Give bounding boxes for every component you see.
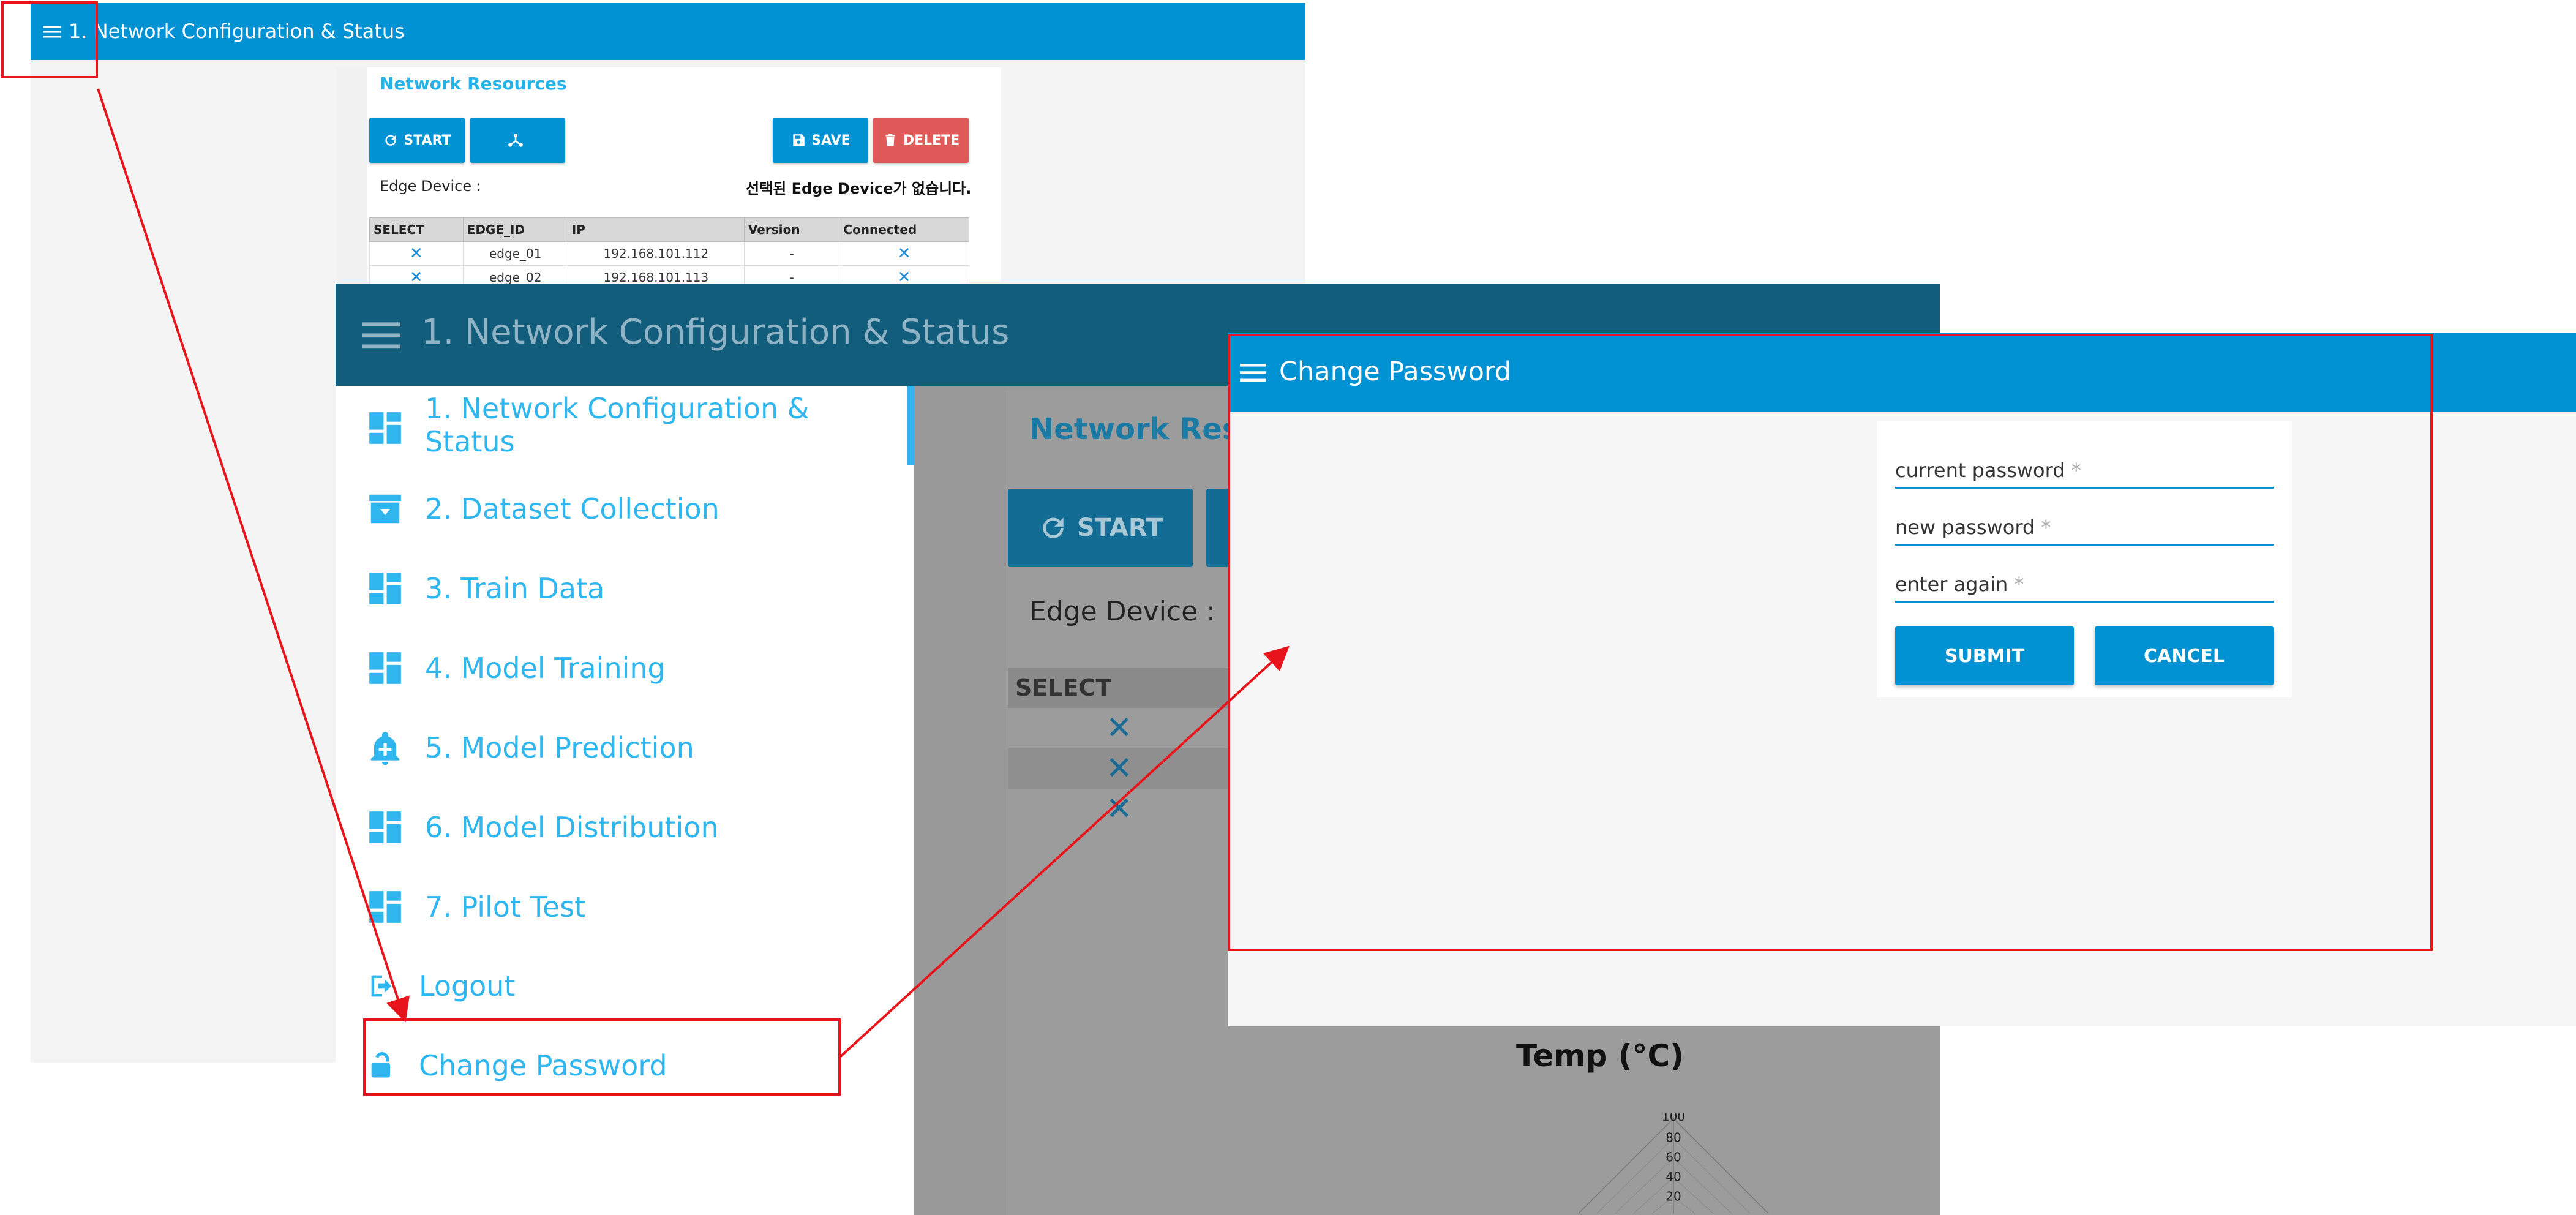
- app-bar: 1. Network Configuration & Status: [31, 3, 1305, 60]
- disconnected-icon: ✕: [897, 244, 911, 263]
- nav-item-train-data[interactable]: 3. Train Data: [366, 570, 604, 608]
- network-graph-button[interactable]: [470, 118, 565, 163]
- page-title: 1. Network Configuration & Status: [421, 312, 1010, 352]
- nav-item-label: 5. Model Prediction: [425, 731, 694, 764]
- edge-device-label: Edge Device :: [1029, 596, 1216, 627]
- menu-icon[interactable]: [362, 319, 400, 351]
- nav-item-label: 6. Model Distribution: [425, 811, 719, 844]
- column-header[interactable]: Connected: [839, 217, 969, 242]
- highlight-change-password: [363, 1018, 841, 1096]
- edge-table: SELECT EDGE_ID IP Version Connected ✕ ed…: [369, 217, 969, 290]
- start-button[interactable]: START: [369, 118, 465, 163]
- unselected-icon[interactable]: ✕: [1106, 750, 1133, 787]
- delete-button[interactable]: DELETE: [873, 118, 969, 163]
- nav-item-pilot-test[interactable]: 7. Pilot Test: [366, 888, 585, 926]
- active-indicator: [907, 386, 914, 465]
- edge-device-status: 선택된 Edge Device가 없습니다.: [746, 180, 972, 197]
- table-row[interactable]: ✕: [1008, 789, 1265, 829]
- radar-tick: 80: [1665, 1130, 1681, 1145]
- column-header[interactable]: EDGE_ID: [462, 217, 568, 242]
- radar-chart: 100 80 60 40 20: [1578, 1113, 1769, 1214]
- dashboard-icon: [369, 652, 401, 684]
- page-title: 1. Network Configuration & Status: [69, 20, 405, 43]
- logout-icon: [371, 975, 392, 997]
- radar-tick: 20: [1665, 1189, 1681, 1204]
- nav-item-label: 3. Train Data: [425, 572, 605, 605]
- start-label: START: [404, 132, 451, 148]
- nav-item-label: Logout: [419, 969, 516, 1002]
- nav-item-label: 1. Network Configuration &: [425, 392, 809, 425]
- nav-item-label: 4. Model Training: [425, 652, 666, 685]
- select-column-header: SELECT: [1008, 668, 1265, 708]
- table-row[interactable]: ✕: [1008, 708, 1265, 748]
- ip-cell: 192.168.101.112: [567, 241, 745, 266]
- table-row[interactable]: ✕: [1008, 748, 1265, 789]
- nav-item-label: 2. Dataset Collection: [425, 492, 719, 525]
- nav-item-label: 7. Pilot Test: [425, 890, 586, 923]
- nav-item-dataset-collection[interactable]: 2. Dataset Collection: [366, 490, 719, 528]
- archive-icon: [369, 494, 401, 524]
- nav-item-label-line2: Status: [425, 425, 515, 458]
- edge-device-label: Edge Device :: [380, 178, 481, 195]
- start-label: START: [1076, 514, 1163, 542]
- column-header[interactable]: SELECT: [369, 217, 464, 242]
- nav-item-model-distribution[interactable]: 6. Model Distribution: [366, 808, 719, 846]
- radar-tick: 40: [1665, 1170, 1681, 1184]
- save-icon: [793, 134, 805, 146]
- table-row[interactable]: ✕ edge_01 192.168.101.112 - ✕: [369, 241, 969, 266]
- highlight-password-dialog: [1228, 334, 2433, 951]
- highlight-menu-button: [1, 1, 98, 78]
- unselected-icon[interactable]: ✕: [1106, 791, 1133, 827]
- section-title: Network Resources: [380, 73, 567, 94]
- dashboard-icon: [369, 891, 401, 923]
- trash-icon: [885, 134, 895, 146]
- unselected-icon[interactable]: ✕: [410, 244, 423, 263]
- dashboard-icon: [369, 412, 401, 444]
- radar-tick: 100: [1662, 1113, 1685, 1124]
- delete-label: DELETE: [903, 132, 960, 148]
- refresh-icon: [385, 135, 397, 146]
- edge-id-cell: edge_01: [462, 241, 568, 266]
- chart-title: Temp (°C): [1516, 1038, 1684, 1074]
- radar-tick: 60: [1665, 1150, 1681, 1165]
- network-icon: [508, 134, 523, 147]
- refresh-icon: [1043, 517, 1064, 538]
- column-header[interactable]: IP: [567, 217, 745, 242]
- nav-item-model-training[interactable]: 4. Model Training: [366, 649, 666, 687]
- bell-plus-icon: [370, 732, 400, 765]
- column-header[interactable]: Version: [743, 217, 840, 242]
- save-button[interactable]: SAVE: [773, 118, 868, 163]
- version-cell: -: [743, 241, 840, 266]
- unselected-icon[interactable]: ✕: [1106, 710, 1133, 747]
- nav-item-network-configuration[interactable]: 1. Network Configuration & Status: [366, 392, 809, 458]
- section-title: Network Res: [1029, 412, 1240, 446]
- save-label: SAVE: [811, 132, 851, 148]
- dashboard-icon: [369, 811, 401, 843]
- start-button[interactable]: START: [1008, 489, 1193, 567]
- dashboard-icon: [369, 573, 401, 604]
- nav-item-model-prediction[interactable]: 5. Model Prediction: [366, 729, 694, 767]
- nav-item-logout[interactable]: Logout: [366, 969, 516, 1002]
